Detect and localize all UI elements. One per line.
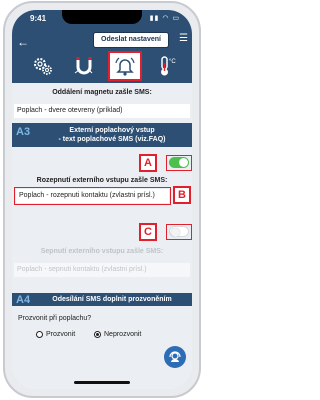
- rozepnuti-sms-field[interactable]: Poplach - rozepnuti kontaktu (zvlastni p…: [16, 189, 169, 203]
- tab-magnet[interactable]: [67, 51, 101, 81]
- screen: 9:41 ▮▮ ◠ ▭ ← Odeslat nastavení ☰ °C Odd…: [12, 10, 192, 389]
- prozvonit-question: Prozvonit při poplachu?: [18, 315, 92, 322]
- tab-alarm[interactable]: [108, 51, 142, 81]
- send-settings-button[interactable]: Odeslat nastavení: [93, 32, 169, 48]
- status-bar: 9:41 ▮▮ ◠ ▭: [12, 10, 192, 29]
- magnet-icon: [74, 57, 93, 75]
- section-a4-header: A4 Odesílání SMS doplnit prozvoněním: [12, 293, 192, 306]
- radio-dot: [36, 331, 43, 338]
- sepnuti-label: Sepnutí externího vstupu zašle SMS:: [40, 248, 164, 255]
- status-icons: ▮▮ ◠ ▭: [149, 15, 180, 22]
- toggle-knob: [171, 228, 180, 237]
- toggle-knob: [179, 158, 188, 167]
- radio-neprozvonit[interactable]: Neprozvonit: [94, 331, 141, 338]
- radio-label: Prozvonit: [46, 331, 76, 338]
- phone-frame: 9:41 ▮▮ ◠ ▭ ← Odeslat nastavení ☰ °C Odd…: [3, 1, 201, 398]
- section-a3-header: A3 Externí poplachový vstup - text popla…: [12, 123, 192, 147]
- thermometer-icon: °C: [161, 56, 176, 76]
- marker-a: A: [139, 154, 157, 172]
- help-fab-button[interactable]: [164, 346, 186, 368]
- svg-text:°C: °C: [169, 59, 176, 65]
- home-indicator: [74, 381, 130, 384]
- status-time: 9:41: [30, 14, 47, 23]
- radio-label: Neprozvonit: [104, 331, 142, 338]
- radio-prozvonit[interactable]: Prozvonit: [36, 331, 75, 338]
- radio-dot-selected: [94, 331, 101, 338]
- magnet-sms-field[interactable]: Poplach - dvere otevreny (príklad): [14, 104, 190, 118]
- content-area: Oddálení magnetu zašle SMS: Poplach - dv…: [12, 83, 192, 389]
- section-a4-title: Odesílání SMS doplnit prozvoněním: [52, 296, 172, 303]
- support-icon: [169, 351, 181, 362]
- notch: [62, 10, 142, 24]
- section-a3-number: A3: [16, 126, 31, 138]
- section-a4-number: A4: [16, 294, 31, 306]
- rozepnuti-label: Rozepnutí externího vstupu zašle SMS:: [36, 177, 168, 184]
- external-input-toggle[interactable]: [169, 157, 189, 168]
- back-arrow-icon[interactable]: ←: [17, 36, 29, 48]
- marker-b: B: [173, 186, 191, 204]
- marker-c: C: [139, 223, 157, 241]
- tab-bar: °C: [12, 49, 192, 83]
- tab-settings[interactable]: [26, 51, 60, 81]
- sepnuti-sms-field: Poplach - sepnuti kontaktu (zvlastni prí…: [14, 263, 190, 277]
- tab-temperature[interactable]: °C: [149, 51, 183, 81]
- menu-icon[interactable]: ☰: [179, 34, 188, 44]
- section-a3-title-line2: - text poplachové SMS (viz.FAQ): [58, 136, 166, 143]
- sepnuti-toggle[interactable]: [169, 226, 189, 237]
- section-a3-title-line1: Externí poplachový vstup: [69, 127, 155, 134]
- magnet-label: Oddálení magnetu zašle SMS:: [52, 89, 152, 96]
- bell-icon: [115, 57, 135, 76]
- gears-icon: [34, 58, 52, 75]
